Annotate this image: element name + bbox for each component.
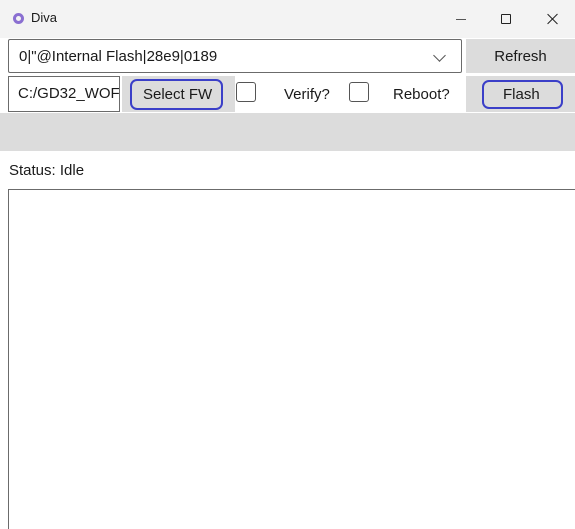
log-output-area[interactable] [8, 189, 575, 529]
maximize-icon [501, 14, 511, 24]
minimize-icon [456, 18, 466, 20]
refresh-button[interactable]: Refresh [466, 39, 575, 73]
reboot-checkbox[interactable] [349, 82, 369, 102]
firmware-path-value: C:/GD32_WOF [18, 85, 120, 102]
minimize-button[interactable] [438, 0, 484, 38]
firmware-path-field[interactable]: C:/GD32_WOF [8, 76, 120, 112]
device-selected-value: 0|"@Internal Flash|28e9|0189 [19, 48, 218, 65]
status-label: Status: Idle [9, 162, 85, 179]
close-button[interactable] [529, 0, 575, 38]
reboot-label: Reboot? [393, 86, 450, 103]
close-icon [546, 13, 558, 25]
title-bar[interactable]: Diva [0, 0, 575, 38]
device-dropdown[interactable]: 0|"@Internal Flash|28e9|0189 [8, 39, 462, 73]
app-logo-icon [13, 13, 24, 24]
window-title: Diva [31, 10, 58, 25]
select-fw-label: Select FW [143, 86, 213, 103]
maximize-button[interactable] [483, 0, 529, 38]
chevron-down-icon [433, 49, 446, 62]
verify-checkbox[interactable] [236, 82, 256, 102]
progress-bar [0, 113, 575, 151]
diva-window: Diva 0|"@Internal Flash|28e9|0189 Refres… [0, 0, 575, 529]
flash-label: Flash [503, 86, 540, 103]
refresh-button-label: Refresh [494, 47, 547, 65]
verify-label: Verify? [284, 86, 330, 103]
